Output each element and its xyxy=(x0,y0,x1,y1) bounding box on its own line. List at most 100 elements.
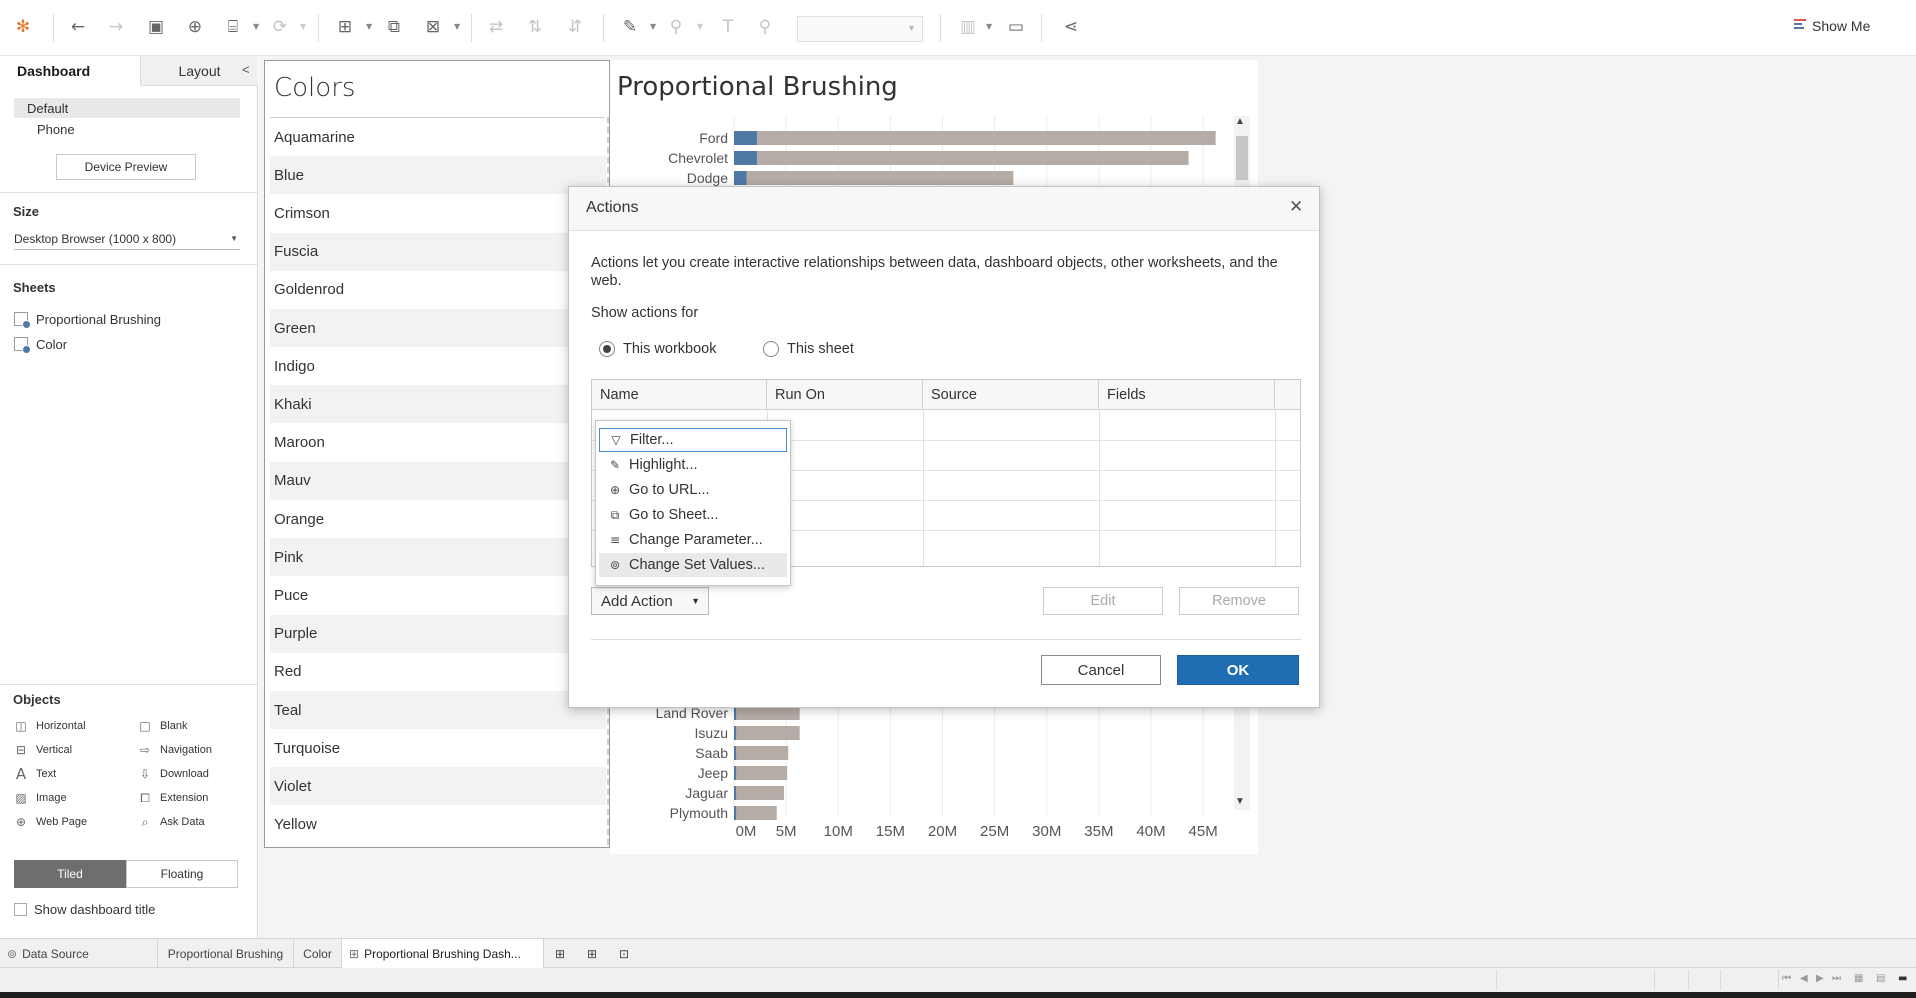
last-sheet-icon[interactable]: ⏭ xyxy=(1832,973,1841,984)
new-dashboard-icon[interactable]: ⊞ xyxy=(580,939,610,968)
color-list-item[interactable]: Red xyxy=(270,653,606,691)
color-list-item[interactable]: Khaki xyxy=(270,385,606,424)
object-vertical[interactable]: ⊟ Vertical xyxy=(14,741,72,759)
radio-this-sheet[interactable]: This sheet xyxy=(763,341,854,357)
menu-item-highlight[interactable]: ✎ Highlight... xyxy=(599,453,787,477)
sort-descending-icon[interactable]: ⇵ xyxy=(563,14,587,40)
new-data-source-icon[interactable]: ⊕ xyxy=(183,14,207,40)
bar-total[interactable] xyxy=(734,131,1216,145)
ok-button[interactable]: OK xyxy=(1177,655,1299,685)
close-icon[interactable]: ✕ xyxy=(1289,197,1303,217)
color-list-item[interactable]: Turquoise xyxy=(270,729,606,767)
bar-highlight[interactable] xyxy=(734,766,737,780)
bar-total[interactable] xyxy=(734,706,800,720)
next-sheet-icon[interactable]: ▶ xyxy=(1816,973,1824,984)
column-header-source[interactable]: Source xyxy=(923,380,1099,410)
add-action-button[interactable]: Add Action ▼ xyxy=(591,587,709,615)
group-icon[interactable]: ⚲ xyxy=(664,14,688,40)
undo-icon[interactable]: ← xyxy=(66,14,90,40)
object-extension[interactable]: ⧠ Extension xyxy=(138,789,208,807)
bar-highlight[interactable] xyxy=(734,151,757,165)
new-worksheet-icon[interactable]: ⊞ xyxy=(548,939,578,968)
cancel-button[interactable]: Cancel xyxy=(1041,655,1161,685)
fit-dropdown[interactable]: ▼ xyxy=(797,16,923,42)
bar-highlight[interactable] xyxy=(734,806,737,820)
show-title-checkbox[interactable] xyxy=(14,903,27,916)
show-dashboard-title-option[interactable]: Show dashboard title xyxy=(14,902,155,917)
tab-layout[interactable]: Layout xyxy=(140,56,258,86)
new-sheet-icon[interactable]: ⊞ xyxy=(333,14,357,40)
highlight-caret-icon[interactable]: ▼ xyxy=(650,22,656,31)
new-sheet-caret-icon[interactable]: ▼ xyxy=(366,22,372,31)
menu-item-go-to-sheet[interactable]: ⧉ Go to Sheet... xyxy=(599,503,787,527)
bar-total[interactable] xyxy=(734,806,777,820)
chevron-up-icon[interactable]: ▲ xyxy=(1235,116,1245,127)
menu-item-filter[interactable]: ▽ Filter... xyxy=(599,428,787,452)
edit-button[interactable]: Edit xyxy=(1043,587,1163,615)
bar-total[interactable] xyxy=(734,151,1189,165)
group-caret-icon[interactable]: ▼ xyxy=(697,22,703,31)
pause-updates-caret-icon[interactable]: ▼ xyxy=(253,22,259,31)
radio-button-selected[interactable] xyxy=(599,341,615,357)
menu-item-go-to-url[interactable]: ⊕ Go to URL... xyxy=(599,478,787,502)
color-list-item[interactable]: Aquamarine xyxy=(270,118,606,156)
first-sheet-icon[interactable]: ⏮ xyxy=(1782,973,1791,984)
show-cards-icon[interactable]: ▥ xyxy=(956,14,980,40)
menu-item-change-set-values[interactable]: ⊚ Change Set Values... xyxy=(599,553,787,577)
object-horizontal[interactable]: ◫ Horizontal xyxy=(14,717,85,735)
column-header-fields[interactable]: Fields xyxy=(1099,380,1275,410)
fix-axes-icon[interactable]: ⚲ xyxy=(753,14,777,40)
new-story-icon[interactable]: ⊡ xyxy=(612,939,642,968)
device-preview-button[interactable]: Device Preview xyxy=(56,154,196,180)
device-default[interactable]: Default xyxy=(14,98,240,118)
color-list-item[interactable]: Teal xyxy=(270,691,606,729)
color-list-item[interactable]: Blue xyxy=(270,156,606,195)
tab-data-source[interactable]: ⊚ Data Source xyxy=(0,939,158,968)
refresh-caret-icon[interactable]: ▼ xyxy=(300,22,306,31)
object-image[interactable]: ▨ Image xyxy=(14,789,66,807)
show-cards-caret-icon[interactable]: ▼ xyxy=(986,22,992,31)
floating-toggle[interactable]: Floating xyxy=(126,860,238,888)
pause-updates-icon[interactable]: ⌸ xyxy=(221,14,245,40)
remove-button[interactable]: Remove xyxy=(1179,587,1299,615)
radio-this-workbook[interactable]: This workbook xyxy=(599,341,716,357)
object-blank[interactable]: □ Blank xyxy=(138,717,187,735)
tiled-toggle[interactable]: Tiled xyxy=(14,860,126,888)
bar-highlight[interactable] xyxy=(734,131,757,145)
highlight-icon[interactable]: ✎ xyxy=(618,14,642,40)
tabs-view-icon[interactable]: ▬ xyxy=(1898,973,1907,984)
color-list-item[interactable]: Maroon xyxy=(270,424,606,462)
tab-color[interactable]: Color xyxy=(294,939,342,968)
object-navigation[interactable]: ⇨ Navigation xyxy=(138,741,212,759)
column-header-name[interactable]: Name xyxy=(592,380,767,410)
color-list-item[interactable]: Indigo xyxy=(270,347,606,385)
size-dropdown[interactable]: Desktop Browser (1000 x 800) ▼ xyxy=(14,228,240,250)
bar-highlight[interactable] xyxy=(734,706,737,720)
scroll-thumb[interactable] xyxy=(1236,136,1248,180)
save-icon[interactable]: ▣ xyxy=(144,14,168,40)
bar-highlight[interactable] xyxy=(734,746,737,760)
sheet-item-color[interactable]: Color xyxy=(14,334,67,354)
bar-total[interactable] xyxy=(734,746,789,760)
filmstrip-view-icon[interactable]: ▤ xyxy=(1876,973,1885,984)
tab-dashboard[interactable]: Dashboard xyxy=(0,56,140,86)
bar-total[interactable] xyxy=(734,766,788,780)
menu-item-change-parameter[interactable]: ≡ Change Parameter... xyxy=(599,528,787,552)
color-list-item[interactable]: Goldenrod xyxy=(270,271,606,309)
device-phone[interactable]: Phone xyxy=(14,119,240,139)
color-list-item[interactable]: Yellow xyxy=(270,806,606,844)
swap-icon[interactable]: ⇄ xyxy=(484,14,508,40)
bar-total[interactable] xyxy=(734,171,1014,185)
bar-total[interactable] xyxy=(734,726,800,740)
bar-total[interactable] xyxy=(734,786,785,800)
object-download[interactable]: ⇩ Download xyxy=(138,765,209,783)
bar-highlight[interactable] xyxy=(734,171,747,185)
radio-button[interactable] xyxy=(763,341,779,357)
share-icon[interactable]: ⋖ xyxy=(1059,14,1083,40)
clear-sheet-icon[interactable]: ⊠ xyxy=(421,14,445,40)
color-list-item[interactable]: Pink xyxy=(270,538,606,577)
color-list-item[interactable]: Crimson xyxy=(270,194,606,232)
duplicate-icon[interactable]: ⧉ xyxy=(382,14,406,40)
show-me-button[interactable]: Show Me xyxy=(1794,18,1870,34)
color-list-item[interactable]: Mauv xyxy=(270,461,606,500)
